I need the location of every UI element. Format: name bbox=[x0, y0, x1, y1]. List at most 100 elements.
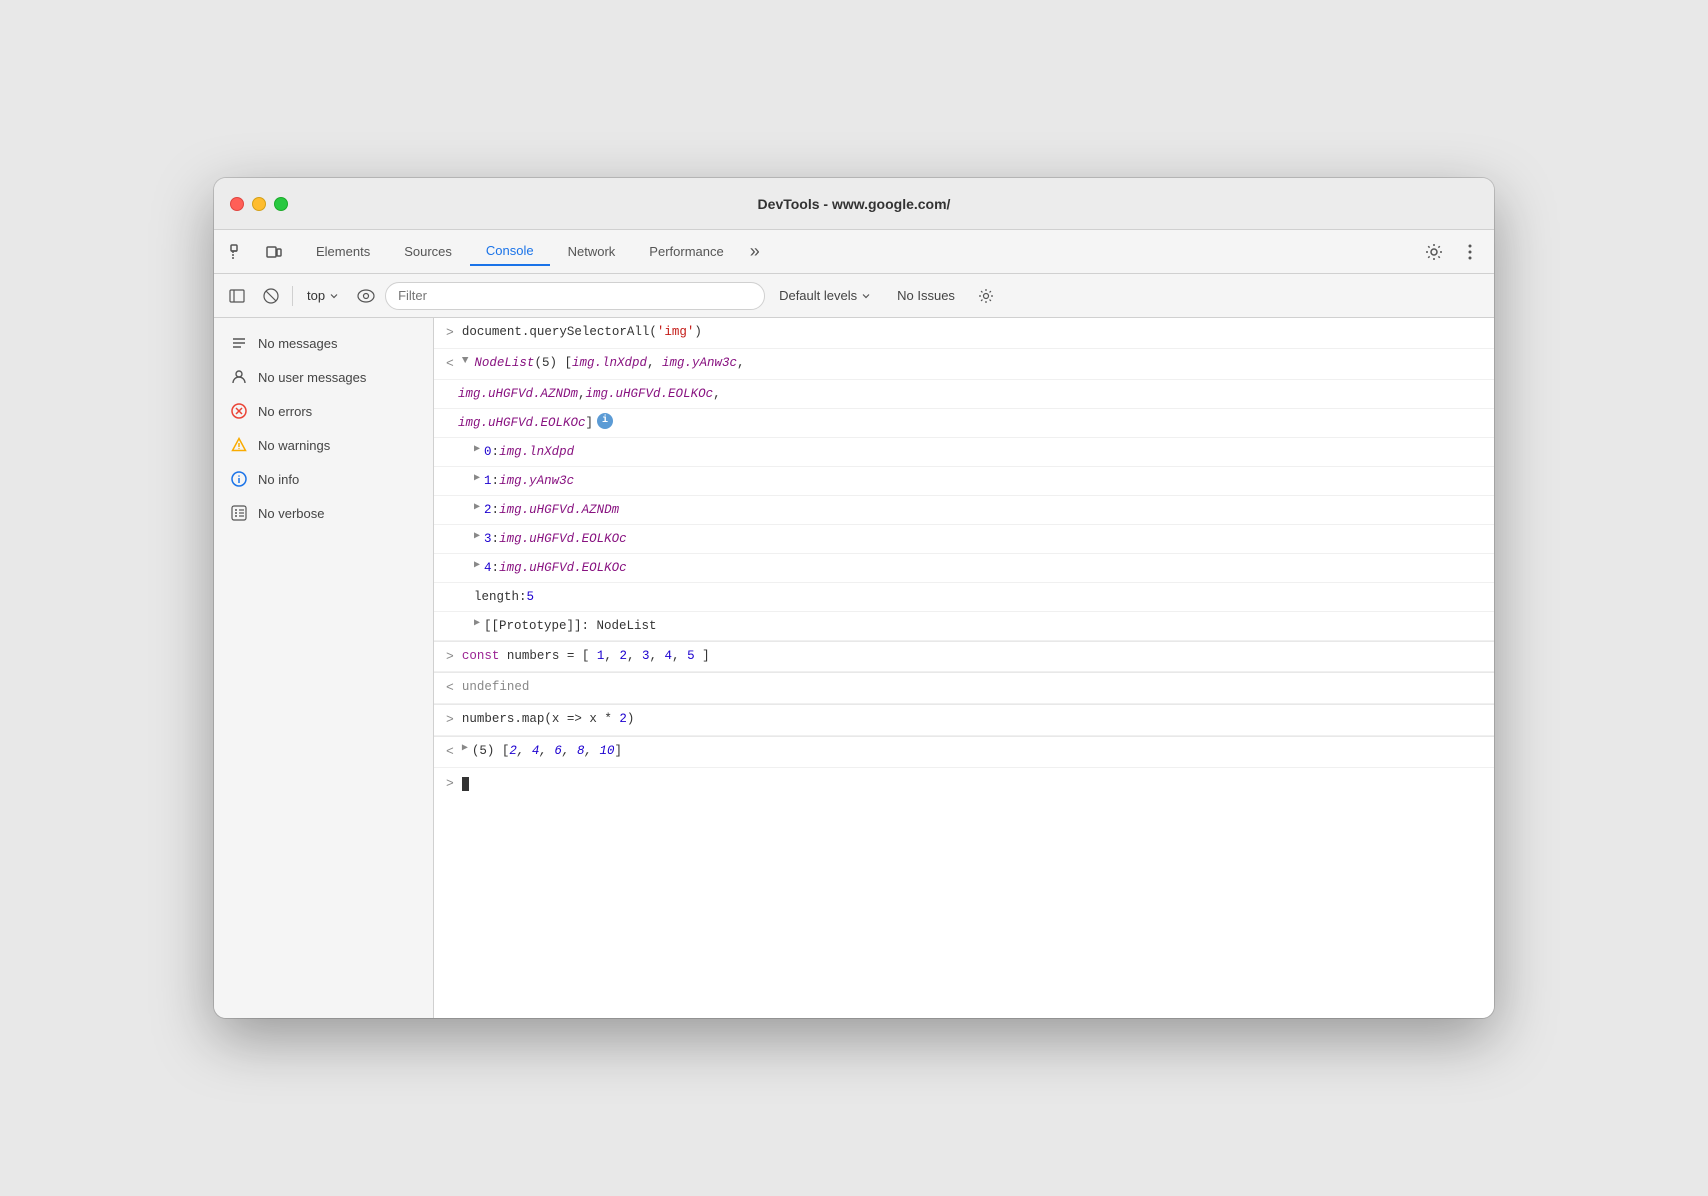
maximize-button[interactable] bbox=[274, 197, 288, 211]
value-3: img.uHGFVd.EOLKOc bbox=[499, 529, 627, 549]
sidebar-item-messages[interactable]: No messages bbox=[214, 326, 433, 360]
warning-icon bbox=[230, 436, 248, 454]
tab-console[interactable]: Console bbox=[470, 237, 550, 266]
sidebar-toggle-button[interactable] bbox=[222, 281, 252, 311]
prototype-text: [[Prototype]]: NodeList bbox=[484, 616, 657, 636]
tab-performance[interactable]: Performance bbox=[633, 238, 739, 265]
more-tabs-button[interactable]: » bbox=[742, 237, 768, 266]
window-title: DevTools - www.google.com/ bbox=[758, 196, 951, 212]
filter-input[interactable] bbox=[385, 282, 765, 310]
array-expand[interactable]: ▶ bbox=[462, 741, 468, 757]
expand-3[interactable]: ▶ bbox=[474, 529, 480, 545]
clear-console-button[interactable] bbox=[256, 281, 286, 311]
log-levels-label: Default levels bbox=[779, 288, 857, 303]
console-output-array: < ▶ (5) [2, 4, 6, 8, 10] bbox=[434, 737, 1494, 768]
console-settings-button[interactable] bbox=[971, 281, 1001, 311]
device-toolbar-icon[interactable] bbox=[258, 236, 290, 268]
output-prompt-1: < bbox=[446, 353, 454, 375]
console-input-2: > const numbers = [ 1, 2, 3, 4, 5 ] bbox=[434, 642, 1494, 673]
live-expressions-button[interactable] bbox=[351, 281, 381, 311]
index-2: 2 bbox=[484, 500, 492, 520]
sidebar-user-messages-label: No user messages bbox=[258, 370, 366, 385]
cursor-prompt: > bbox=[446, 776, 454, 791]
nodelist-length: length: 5 bbox=[434, 583, 1494, 612]
minimize-button[interactable] bbox=[252, 197, 266, 211]
info-icon bbox=[230, 470, 248, 488]
expand-2[interactable]: ▶ bbox=[474, 500, 480, 516]
nodelist-item-3: ▶ 3: img.uHGFVd.EOLKOc bbox=[434, 525, 1494, 554]
list-icon bbox=[230, 334, 248, 352]
nodelist-link-3: img.uHGFVd.EOLKOc bbox=[458, 413, 586, 433]
console-toolbar: top Default levels No Issues bbox=[214, 274, 1494, 318]
nodelist-prototype: ▶ [[Prototype]]: NodeList bbox=[434, 612, 1494, 641]
index-1: 1 bbox=[484, 471, 492, 491]
sidebar-item-verbose[interactable]: No verbose bbox=[214, 496, 433, 530]
tab-bar: Elements Sources Console Network Perform… bbox=[214, 230, 1494, 274]
console-output-undefined: < undefined bbox=[434, 673, 1494, 704]
cursor bbox=[462, 777, 469, 791]
nodelist-item-4: ▶ 4: img.uHGFVd.EOLKOc bbox=[434, 554, 1494, 583]
customize-devtools-icon[interactable] bbox=[1454, 236, 1486, 268]
console-cursor-line[interactable]: > bbox=[434, 768, 1494, 800]
info-badge: i bbox=[597, 413, 613, 429]
sidebar-item-errors[interactable]: No errors bbox=[214, 394, 433, 428]
console-input-3: > numbers.map(x => x * 2) bbox=[434, 705, 1494, 736]
output-prompt-3: < bbox=[446, 741, 454, 763]
input-prompt-1: > bbox=[446, 322, 454, 344]
devtools-window: DevTools - www.google.com/ Elements Sour… bbox=[214, 178, 1494, 1018]
sidebar-item-info[interactable]: No info bbox=[214, 462, 433, 496]
expand-4[interactable]: ▶ bbox=[474, 558, 480, 574]
error-icon bbox=[230, 402, 248, 420]
settings-icon[interactable] bbox=[1418, 236, 1450, 268]
index-0: 0 bbox=[484, 442, 492, 462]
sidebar-item-warnings[interactable]: No warnings bbox=[214, 428, 433, 462]
expand-0[interactable]: ▶ bbox=[474, 442, 480, 458]
sidebar-verbose-label: No verbose bbox=[258, 506, 324, 521]
tab-elements[interactable]: Elements bbox=[300, 238, 386, 265]
expand-1[interactable]: ▶ bbox=[474, 471, 480, 487]
issues-count: No Issues bbox=[885, 284, 967, 307]
value-1: img.yAnw3c bbox=[499, 471, 574, 491]
length-label: length: bbox=[474, 587, 527, 607]
index-3: 3 bbox=[484, 529, 492, 549]
value-0: img.lnXdpd bbox=[499, 442, 574, 462]
tab-network[interactable]: Network bbox=[552, 238, 632, 265]
nodelist-item-0: ▶ 0: img.lnXdpd bbox=[434, 438, 1494, 467]
nodelist-item-1: ▶ 1: img.yAnw3c bbox=[434, 467, 1494, 496]
array-text: (5) [2, 4, 6, 8, 10] bbox=[472, 741, 622, 761]
console-code-2: const numbers = [ 1, 2, 3, 4, 5 ] bbox=[462, 646, 710, 666]
index-4: 4 bbox=[484, 558, 492, 578]
console-output-panel[interactable]: > document.querySelectorAll('img') < ▼ N… bbox=[434, 318, 1494, 1018]
value-4: img.uHGFVd.EOLKOc bbox=[499, 558, 627, 578]
nodelist-link-2: img.uHGFVd.AZNDm bbox=[458, 384, 578, 404]
prototype-expand[interactable]: ▶ bbox=[474, 616, 480, 632]
console-input-1: > document.querySelectorAll('img') bbox=[434, 318, 1494, 349]
input-prompt-2: > bbox=[446, 646, 454, 668]
tab-sources[interactable]: Sources bbox=[388, 238, 468, 265]
context-selector[interactable]: top bbox=[299, 284, 347, 307]
console-output-nodelist-line3: img.uHGFVd.EOLKOc] i bbox=[434, 409, 1494, 438]
close-button[interactable] bbox=[230, 197, 244, 211]
sidebar-errors-label: No errors bbox=[258, 404, 312, 419]
input-prompt-3: > bbox=[446, 709, 454, 731]
length-value: 5 bbox=[527, 587, 535, 607]
sidebar-info-label: No info bbox=[258, 472, 299, 487]
user-icon bbox=[230, 368, 248, 386]
tab-bar-icons bbox=[222, 236, 290, 268]
log-levels-button[interactable]: Default levels bbox=[769, 284, 881, 307]
console-code-3: numbers.map(x => x * 2) bbox=[462, 709, 635, 729]
nodelist-item-2: ▶ 2: img.uHGFVd.AZNDm bbox=[434, 496, 1494, 525]
sidebar-item-user-messages[interactable]: No user messages bbox=[214, 360, 433, 394]
console-sidebar: No messages No user messages bbox=[214, 318, 434, 1018]
toolbar-divider-1 bbox=[292, 286, 293, 306]
traffic-lights bbox=[230, 197, 288, 211]
console-code-1: document.querySelectorAll('img') bbox=[462, 322, 702, 342]
output-prompt-2: < bbox=[446, 677, 454, 699]
sidebar-warnings-label: No warnings bbox=[258, 438, 330, 453]
inspect-element-icon[interactable] bbox=[222, 236, 254, 268]
tab-bar-right-icons bbox=[1418, 236, 1486, 268]
value-2: img.uHGFVd.AZNDm bbox=[499, 500, 619, 520]
title-bar: DevTools - www.google.com/ bbox=[214, 178, 1494, 230]
nodelist-expand-icon[interactable]: ▼ bbox=[462, 353, 469, 371]
context-label: top bbox=[307, 288, 325, 303]
